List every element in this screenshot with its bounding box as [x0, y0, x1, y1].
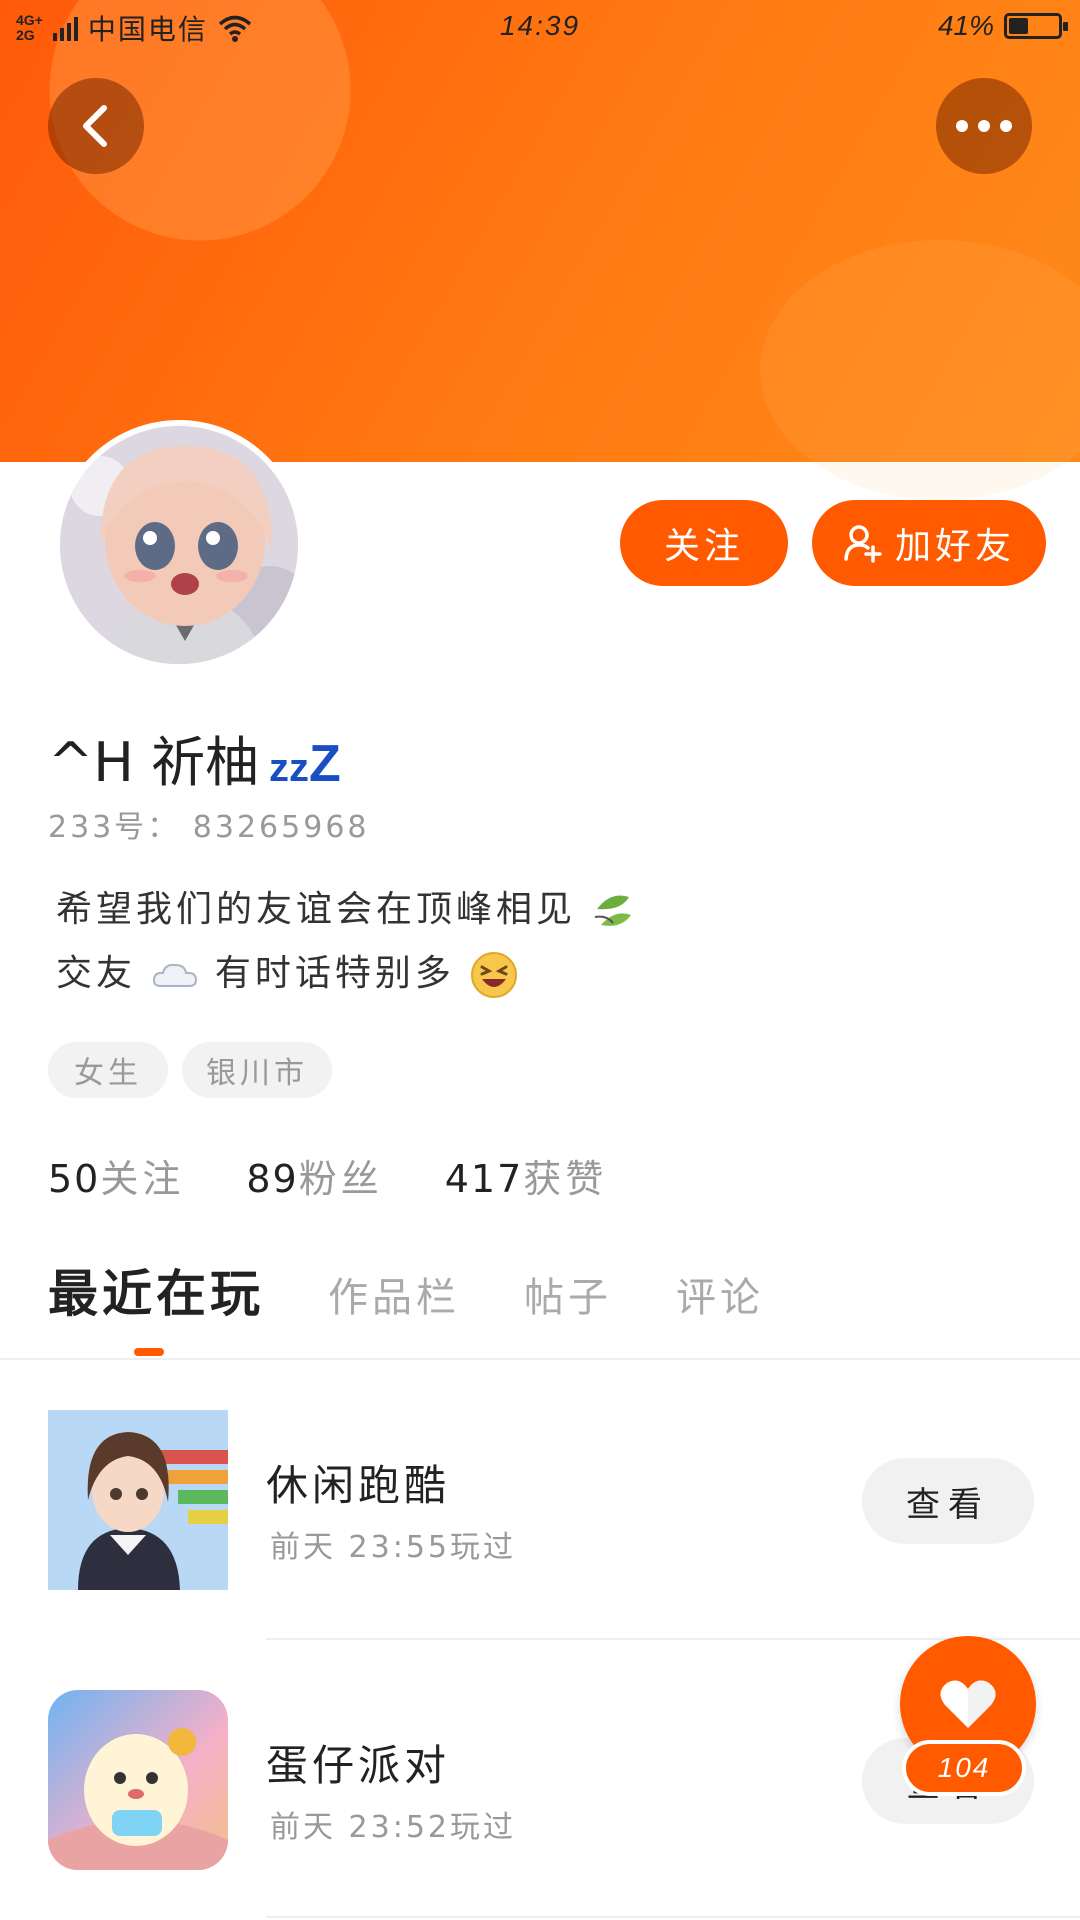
- follow-button[interactable]: 关注: [620, 500, 788, 586]
- cloud-emoji-icon: [153, 963, 198, 987]
- list-item[interactable]: 休闲跑酷 前天 23:55玩过 查看: [0, 1410, 1080, 1590]
- tag-city: 银川市: [182, 1042, 332, 1098]
- battery-icon: [1004, 13, 1068, 39]
- avatar[interactable]: [54, 420, 304, 670]
- stat-fans[interactable]: 89粉丝: [246, 1148, 382, 1203]
- view-button[interactable]: 查看: [862, 1458, 1034, 1544]
- game-last-played: 前天 23:52玩过: [270, 1810, 516, 1845]
- bio-line-2b: 有时话特别多: [214, 953, 455, 994]
- row-divider: [266, 1916, 1080, 1918]
- profile-name-text: ^H 祈柚: [48, 731, 260, 794]
- tab-works[interactable]: 作品栏: [328, 1265, 460, 1323]
- profile-banner: [0, 0, 1080, 500]
- status-time: 14:39: [499, 10, 581, 41]
- add-friend-button[interactable]: 加好友: [812, 500, 1046, 586]
- leaf-emoji-icon: [595, 895, 632, 926]
- bio-line-2a: 交友: [56, 953, 137, 994]
- user-id: 233号： 83265968: [48, 810, 370, 845]
- sleep-zzz-icon: zzZ: [269, 735, 341, 793]
- stat-likes[interactable]: 417获赞: [445, 1148, 608, 1203]
- bio-line-1: 希望我们的友谊会在顶峰相见: [56, 889, 577, 930]
- tab-recent-played[interactable]: 最近在玩: [48, 1254, 264, 1326]
- profile-name: ^H 祈柚 zzZ: [48, 718, 341, 797]
- tag-gender: 女生: [48, 1042, 168, 1098]
- add-person-icon: [844, 525, 882, 563]
- profile-stats: 50关注 89粉丝 417获赞: [48, 1148, 607, 1203]
- game-title: 蛋仔派对: [266, 1741, 451, 1790]
- battery-percent: 41%: [937, 10, 994, 41]
- back-button[interactable]: [48, 78, 144, 174]
- game-icon-eggy-party: [48, 1690, 228, 1870]
- chevron-left-icon: [83, 105, 107, 147]
- divider: [0, 1358, 1080, 1360]
- tab-indicator: [134, 1348, 164, 1356]
- heart-icon: [940, 1680, 996, 1728]
- game-title: 休闲跑酷: [266, 1461, 451, 1510]
- follow-label: 关注: [663, 526, 744, 567]
- status-bar: 4G+ 2G 中国电信 14:39 41%: [0, 0, 1080, 52]
- more-dots-icon: [956, 120, 1012, 132]
- add-friend-label: 加好友: [894, 526, 1015, 567]
- tab-posts[interactable]: 帖子: [524, 1265, 612, 1323]
- stat-following[interactable]: 50关注: [48, 1148, 184, 1203]
- tab-comments[interactable]: 评论: [676, 1265, 764, 1323]
- game-icon-parkour: [48, 1410, 228, 1590]
- avatar-anime-girl-image: [60, 426, 298, 664]
- profile-tabs: 最近在玩 作品栏 帖子 评论: [48, 1254, 764, 1326]
- like-count: 104: [902, 1740, 1026, 1796]
- game-last-played: 前天 23:55玩过: [270, 1530, 516, 1565]
- profile-bio: 希望我们的友谊会在顶峰相见 交友 有时话特别多: [56, 878, 635, 1006]
- more-button[interactable]: [936, 78, 1032, 174]
- laughing-emoji-icon: [471, 952, 518, 998]
